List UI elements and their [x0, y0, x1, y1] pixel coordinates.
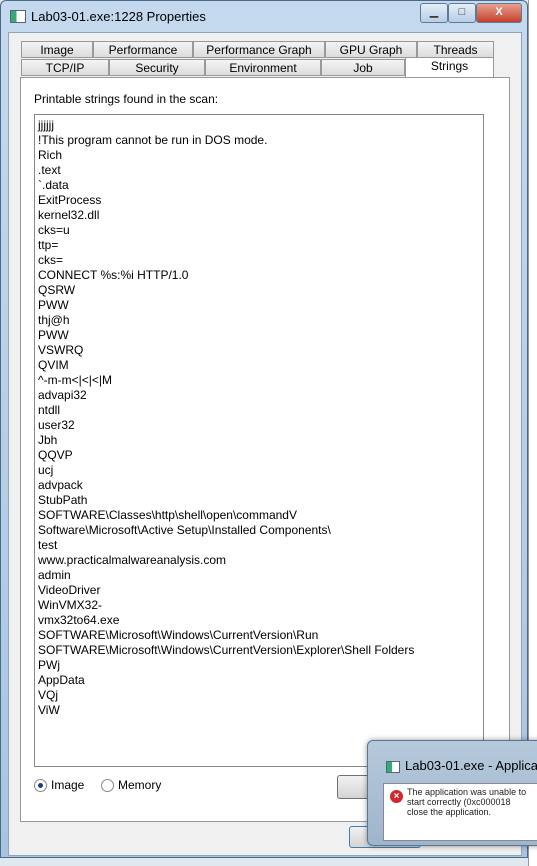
list-item[interactable]: VideoDriver — [38, 583, 483, 598]
list-item[interactable]: Rich — [38, 148, 483, 163]
list-item[interactable]: ^-m-m<|<|<|M — [38, 373, 483, 388]
error-dialog: Lab03-01.exe - Application × The applica… — [367, 740, 537, 846]
app-icon — [386, 761, 400, 773]
radio-image-label: Image — [51, 778, 85, 792]
list-item[interactable]: VSWRQ — [38, 343, 483, 358]
list-item[interactable]: ucj — [38, 463, 483, 478]
list-item[interactable]: vmx32to64.exe — [38, 613, 483, 628]
list-item[interactable]: ttp= — [38, 238, 483, 253]
error-message: The application was unable to start corr… — [407, 787, 535, 817]
tab-tcpip[interactable]: TCP/IP — [21, 59, 109, 76]
tab-environment[interactable]: Environment — [205, 59, 321, 76]
radio-image-button[interactable] — [34, 778, 47, 792]
background-window — [528, 0, 537, 866]
list-item[interactable]: kernel32.dll — [38, 208, 483, 223]
tab-gpu-graph[interactable]: GPU Graph — [325, 41, 417, 58]
list-item[interactable]: QVIM — [38, 358, 483, 373]
error-dialog-body: × The application was unable to start co… — [383, 783, 537, 841]
list-item[interactable]: admin — [38, 568, 483, 583]
close-button[interactable]: X — [476, 3, 522, 23]
list-item[interactable]: SOFTWARE\Microsoft\Windows\CurrentVersio… — [38, 628, 483, 643]
maximize-button[interactable]: □ — [448, 3, 476, 23]
tab-threads[interactable]: Threads — [417, 41, 494, 58]
list-item[interactable]: .text — [38, 163, 483, 178]
list-item[interactable]: WinVMX32- — [38, 598, 483, 613]
list-item[interactable]: QQVP — [38, 448, 483, 463]
list-item[interactable]: advapi32 — [38, 388, 483, 403]
app-icon — [10, 10, 26, 23]
dialog-client: Image Performance Performance Graph GPU … — [8, 32, 522, 856]
tab-performance[interactable]: Performance — [93, 41, 193, 58]
list-item[interactable]: user32 — [38, 418, 483, 433]
list-item[interactable]: PWW — [38, 298, 483, 313]
list-item[interactable]: ExitProcess — [38, 193, 483, 208]
list-item[interactable]: Software\Microsoft\Active Setup\Installe… — [38, 523, 483, 538]
list-item[interactable]: PWW — [38, 328, 483, 343]
list-item[interactable]: www.practicalmalwareanalysis.com — [38, 553, 483, 568]
list-item[interactable]: cks=u — [38, 223, 483, 238]
list-item[interactable]: `.data — [38, 178, 483, 193]
error-dialog-title: Lab03-01.exe - Application — [405, 758, 537, 773]
radio-memory-button[interactable] — [101, 778, 114, 792]
list-item[interactable]: test — [38, 538, 483, 553]
list-item[interactable]: PWj — [38, 658, 483, 673]
list-item[interactable]: !This program cannot be run in DOS mode. — [38, 133, 483, 148]
list-item[interactable]: StubPath — [38, 493, 483, 508]
list-item[interactable]: advpack — [38, 478, 483, 493]
list-item[interactable]: Jbh — [38, 433, 483, 448]
tab-performance-graph[interactable]: Performance Graph — [193, 41, 325, 58]
properties-window: Lab03-01.exe:1228 Properties ▁ □ X Image… — [0, 0, 528, 858]
list-item[interactable]: SOFTWARE\Classes\http\shell\open\command… — [38, 508, 483, 523]
list-item[interactable]: CONNECT %s:%i HTTP/1.0 — [38, 268, 483, 283]
window-title: Lab03-01.exe:1228 Properties — [31, 9, 206, 24]
list-item[interactable]: ntdll — [38, 403, 483, 418]
list-item[interactable]: cks= — [38, 253, 483, 268]
list-item[interactable]: QSRW — [38, 283, 483, 298]
strings-list[interactable]: jjjjjj !This program cannot be run in DOS… — [34, 114, 484, 767]
error-message-line1: The application was unable to start corr… — [407, 787, 527, 807]
list-item[interactable]: ViW — [38, 703, 483, 718]
strings-label: Printable strings found in the scan: — [34, 92, 219, 106]
minimize-button[interactable]: ▁ — [420, 3, 448, 23]
error-icon: × — [390, 790, 403, 803]
radio-memory[interactable]: Memory — [101, 778, 161, 792]
list-item[interactable]: jjjjjj — [38, 118, 483, 133]
radio-memory-label: Memory — [118, 778, 162, 792]
tab-security[interactable]: Security — [109, 59, 205, 76]
radio-image[interactable]: Image — [34, 778, 84, 792]
tab-image[interactable]: Image — [21, 41, 93, 58]
list-item[interactable]: SOFTWARE\Microsoft\Windows\CurrentVersio… — [38, 643, 483, 658]
tab-job[interactable]: Job — [321, 59, 405, 76]
tab-strings[interactable]: Strings — [405, 57, 494, 77]
error-message-line2: close the application. — [407, 807, 492, 817]
list-item[interactable]: thj@h — [38, 313, 483, 328]
list-item[interactable]: VQj — [38, 688, 483, 703]
list-item[interactable]: AppData — [38, 673, 483, 688]
